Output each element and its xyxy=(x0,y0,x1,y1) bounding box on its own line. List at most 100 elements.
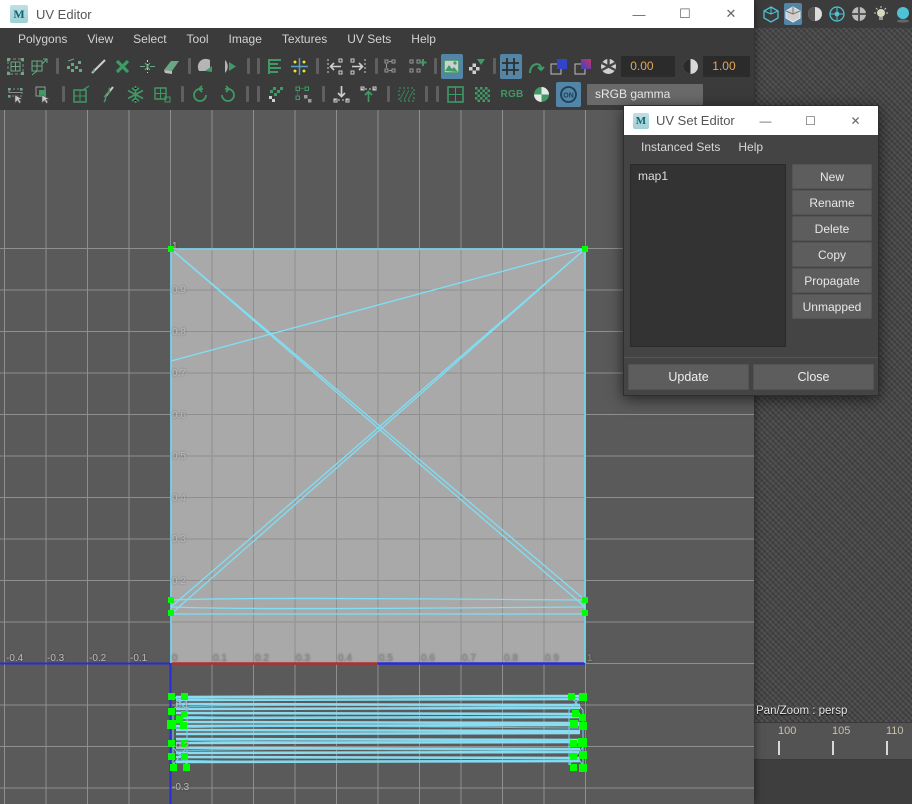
uv-set-list[interactable]: map1 xyxy=(630,164,786,347)
uv-flip-icon[interactable] xyxy=(195,54,217,79)
toolbar-row-1[interactable]: 0.00 1.00 xyxy=(4,52,754,80)
menu-view[interactable]: View xyxy=(77,30,123,48)
on-toggle-icon[interactable]: ON xyxy=(556,81,581,107)
xray-joint-icon[interactable] xyxy=(828,3,846,25)
propagate-button[interactable]: Propagate xyxy=(792,268,872,293)
rgb-channel-button[interactable]: RGB xyxy=(497,82,527,107)
uv-cut-x-icon[interactable] xyxy=(112,54,134,79)
uv-distribute-left-icon[interactable] xyxy=(382,54,404,79)
menu-image[interactable]: Image xyxy=(219,30,272,48)
v-tick-0-7: 0.7 xyxy=(172,368,186,379)
distortion-icon[interactable] xyxy=(524,54,546,79)
timeline[interactable]: 100 105 110 xyxy=(750,722,912,760)
uv-unfold-icon[interactable] xyxy=(160,54,182,79)
gradient-swatch-icon[interactable] xyxy=(573,54,595,79)
uv-add-distribute-icon[interactable] xyxy=(406,54,428,79)
timeline-row[interactable]: 100 105 110 xyxy=(750,723,912,759)
dialog-footer: Update Close xyxy=(624,357,878,395)
timeline-label-100: 100 xyxy=(778,725,797,737)
uv-border-icon[interactable] xyxy=(443,82,468,107)
minimize-button[interactable]: — xyxy=(616,0,662,28)
gamma-value-field[interactable]: 1.00 xyxy=(703,55,750,77)
uv-select-shell-icon[interactable] xyxy=(4,82,29,107)
uv-sew-icon[interactable] xyxy=(136,54,158,79)
toolbar-divider xyxy=(315,54,321,79)
dialog-minimize-button[interactable]: — xyxy=(743,106,788,135)
uv-distribute-icon[interactable] xyxy=(264,82,289,107)
color-space-field[interactable]: sRGB gamma xyxy=(587,83,703,105)
uv-grid-arrange-icon[interactable] xyxy=(291,82,316,107)
uv-cut-uv-icon[interactable] xyxy=(96,82,121,107)
uv-align-right-icon[interactable] xyxy=(347,54,369,79)
uv-set-editor-dialog: M UV Set Editor — ☐ ✕ Instanced Sets Hel… xyxy=(623,105,879,396)
close-dialog-button[interactable]: Close xyxy=(753,363,874,390)
uv-set-actions[interactable]: New Rename Delete Copy Propagate Unmappe… xyxy=(792,164,872,347)
u-tick-neg-0-2: -0.2 xyxy=(89,653,107,664)
menu-tool[interactable]: Tool xyxy=(177,30,219,48)
uv-smooth-icon[interactable] xyxy=(63,54,85,79)
dialog-titlebar[interactable]: M UV Set Editor — ☐ ✕ xyxy=(624,106,878,135)
rename-button[interactable]: Rename xyxy=(792,190,872,215)
new-button[interactable]: New xyxy=(792,164,872,189)
uv-align-bottom-icon[interactable] xyxy=(329,82,354,107)
menu-polygons[interactable]: Polygons xyxy=(8,30,77,48)
exposure-icon[interactable] xyxy=(597,54,619,79)
toolbar-row-2[interactable]: RGB ON sRGB gamma xyxy=(4,80,754,108)
delete-button[interactable]: Delete xyxy=(792,216,872,241)
textured-cube-icon[interactable] xyxy=(784,3,802,25)
u-tick-0: 0 xyxy=(172,653,178,664)
uv-align-left-icon[interactable] xyxy=(323,54,345,79)
light-bulb-icon[interactable] xyxy=(872,3,890,25)
update-button[interactable]: Update xyxy=(628,363,749,390)
timeline-label-105: 105 xyxy=(832,725,851,737)
checker-pattern-icon[interactable] xyxy=(470,82,495,107)
menu-select[interactable]: Select xyxy=(123,30,176,48)
dialog-maximize-button[interactable]: ☐ xyxy=(788,106,833,135)
menu-textures[interactable]: Textures xyxy=(272,30,337,48)
copy-button[interactable]: Copy xyxy=(792,242,872,267)
uv-unfold-snowflake-icon[interactable] xyxy=(123,82,148,107)
toolbar-divider xyxy=(245,54,251,79)
menu-uv-sets[interactable]: UV Sets xyxy=(337,30,401,48)
dialog-close-button[interactable]: ✕ xyxy=(833,106,878,135)
uv-rotate-shell-icon[interactable] xyxy=(219,54,241,79)
checker-filter-icon[interactable] xyxy=(465,54,487,79)
close-button[interactable]: ✕ xyxy=(708,0,754,28)
menu-instanced-sets[interactable]: Instanced Sets xyxy=(632,138,729,156)
maximize-button[interactable]: ☐ xyxy=(662,0,708,28)
uv-snap-together-icon[interactable] xyxy=(288,54,310,79)
dim-image-icon[interactable] xyxy=(394,82,419,107)
channel-pie-icon[interactable] xyxy=(529,82,554,107)
exposure-value-field[interactable]: 0.00 xyxy=(621,55,675,77)
checker-sphere-icon[interactable] xyxy=(850,3,868,25)
dialog-menubar[interactable]: Instanced Sets Help xyxy=(624,135,878,158)
uv-layout-icon[interactable] xyxy=(150,82,175,107)
uv-select-face-icon[interactable] xyxy=(31,82,56,107)
solid-color-swatch-icon[interactable] xyxy=(548,54,570,79)
uv-cut-tool-icon[interactable] xyxy=(87,54,109,79)
shadow-sphere-icon[interactable] xyxy=(894,3,912,25)
unmapped-button[interactable]: Unmapped xyxy=(792,294,872,319)
window-titlebar[interactable]: M UV Editor — ☐ ✕ xyxy=(0,0,754,28)
timeline-tick xyxy=(886,741,888,755)
gamma-icon[interactable] xyxy=(679,54,701,79)
uv-create-icon[interactable] xyxy=(69,82,94,107)
menubar[interactable]: Polygons View Select Tool Image Textures… xyxy=(0,28,754,50)
image-display-icon[interactable] xyxy=(440,53,463,79)
timeline-tick xyxy=(832,741,834,755)
uv-align-top-icon[interactable] xyxy=(356,82,381,107)
uv-redo-icon[interactable] xyxy=(215,82,240,107)
viewport-display-toolbar[interactable] xyxy=(750,0,912,28)
uv-align-stack-icon[interactable] xyxy=(264,54,286,79)
uv-toolbar[interactable]: 0.00 1.00 RGB ON sRGB gamma xyxy=(0,50,754,108)
uv-undo-icon[interactable] xyxy=(188,82,213,107)
uv-grid-move-icon[interactable] xyxy=(28,54,50,79)
shaded-cube-icon[interactable] xyxy=(762,3,780,25)
uv-grid-icon[interactable] xyxy=(499,53,522,79)
toolbar-divider xyxy=(244,82,251,107)
uv-lattice-icon[interactable] xyxy=(4,54,26,79)
menu-help[interactable]: Help xyxy=(401,30,446,48)
contrast-sphere-icon[interactable] xyxy=(806,3,824,25)
menu-dialog-help[interactable]: Help xyxy=(729,138,772,156)
list-item[interactable]: map1 xyxy=(636,168,780,184)
